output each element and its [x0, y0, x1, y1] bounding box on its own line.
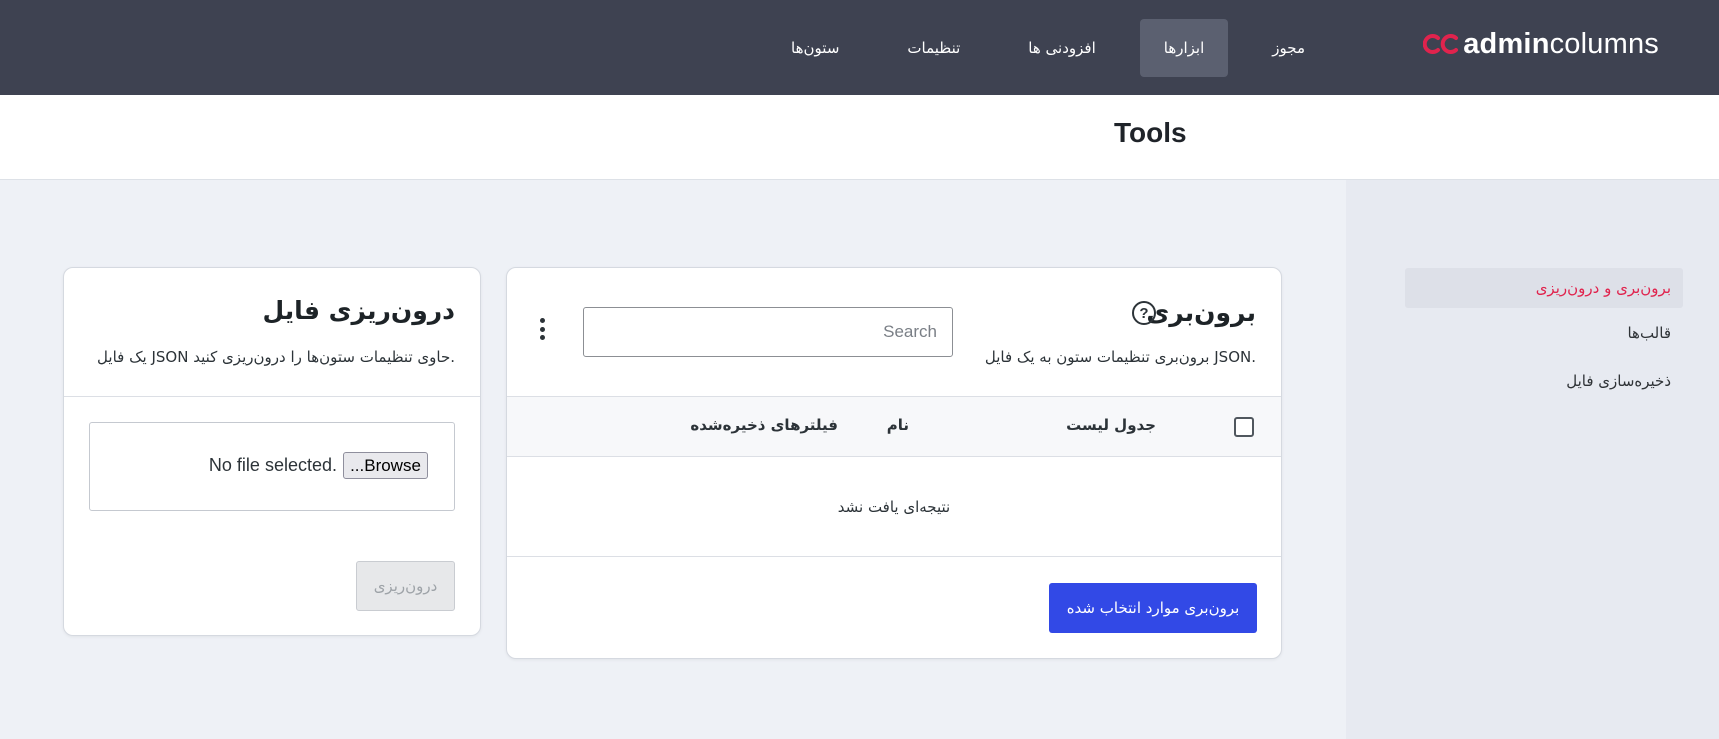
empty-results-message: نتیجه‌ای یافت نشد: [837, 497, 951, 516]
file-status: No file selected.: [208, 455, 337, 475]
column-header-name[interactable]: نام: [887, 416, 909, 434]
table-header-row: جدول لیست نام فیلترهای ذخیره‌شده: [507, 396, 1281, 457]
search-input[interactable]: [583, 307, 953, 357]
column-header-saved-filters[interactable]: فیلترهای ذخیره‌شده: [690, 416, 838, 434]
main-nav: ستون‌ها تنظیمات افزودنی ها ابزارها مجوز: [767, 19, 1329, 77]
nav-item-settings[interactable]: تنظیمات: [883, 19, 984, 77]
empty-results-row: نتیجه‌ای یافت نشد: [507, 457, 1281, 557]
import-title: درون‌ریزی فایل: [262, 296, 455, 325]
import-divider: [64, 396, 480, 397]
browse-button[interactable]: ...Browse: [343, 452, 428, 479]
nav-item-columns[interactable]: ستون‌ها: [767, 19, 863, 77]
import-button[interactable]: درون‌ریزی: [356, 561, 455, 611]
export-card: برون‌بری ? برون‌بری تنظیمات ستون به یک ف…: [506, 267, 1282, 659]
more-options-icon[interactable]: [535, 318, 549, 340]
nav-item-license[interactable]: مجوز: [1248, 19, 1329, 77]
help-icon[interactable]: ?: [1132, 301, 1156, 325]
admincolumns-logo[interactable]: admincolumns: [1423, 28, 1659, 60]
tools-sidebar: برون‌بری و درون‌ریزی قالب‌ها ذخیره‌سازی …: [1346, 180, 1719, 739]
select-all-checkbox[interactable]: [1234, 417, 1254, 437]
export-title: برون‌بری: [1146, 298, 1256, 327]
import-description: یک فایل JSON حاوی تنظیمات ستون‌ها را درو…: [97, 348, 455, 366]
logo-text: admincolumns: [1463, 27, 1659, 60]
page-header: Tools: [0, 95, 1719, 180]
admincolumns-logo-icon: [1423, 34, 1459, 54]
nav-item-addons[interactable]: افزودنی ها: [1004, 19, 1119, 77]
import-card: درون‌ریزی فایل یک فایل JSON حاوی تنظیمات…: [63, 267, 481, 636]
export-selected-button[interactable]: برون‌بری موارد انتخاب شده: [1049, 583, 1257, 633]
page-title: Tools: [1114, 117, 1187, 148]
file-input-area: ...Browse No file selected.: [89, 422, 455, 511]
export-description: برون‌بری تنظیمات ستون به یک فایل JSON.: [984, 348, 1256, 366]
sidebar-item-file-storage[interactable]: ذخیره‌سازی فایل: [1405, 361, 1683, 401]
top-navigation-bar: admincolumns ستون‌ها تنظیمات افزودنی ها …: [0, 0, 1719, 95]
nav-item-tools[interactable]: ابزارها: [1139, 19, 1229, 77]
column-header-list-table[interactable]: جدول لیست: [1066, 416, 1156, 434]
sidebar-item-export-import[interactable]: برون‌بری و درون‌ریزی: [1405, 268, 1683, 308]
sidebar-item-templates[interactable]: قالب‌ها: [1405, 313, 1683, 353]
